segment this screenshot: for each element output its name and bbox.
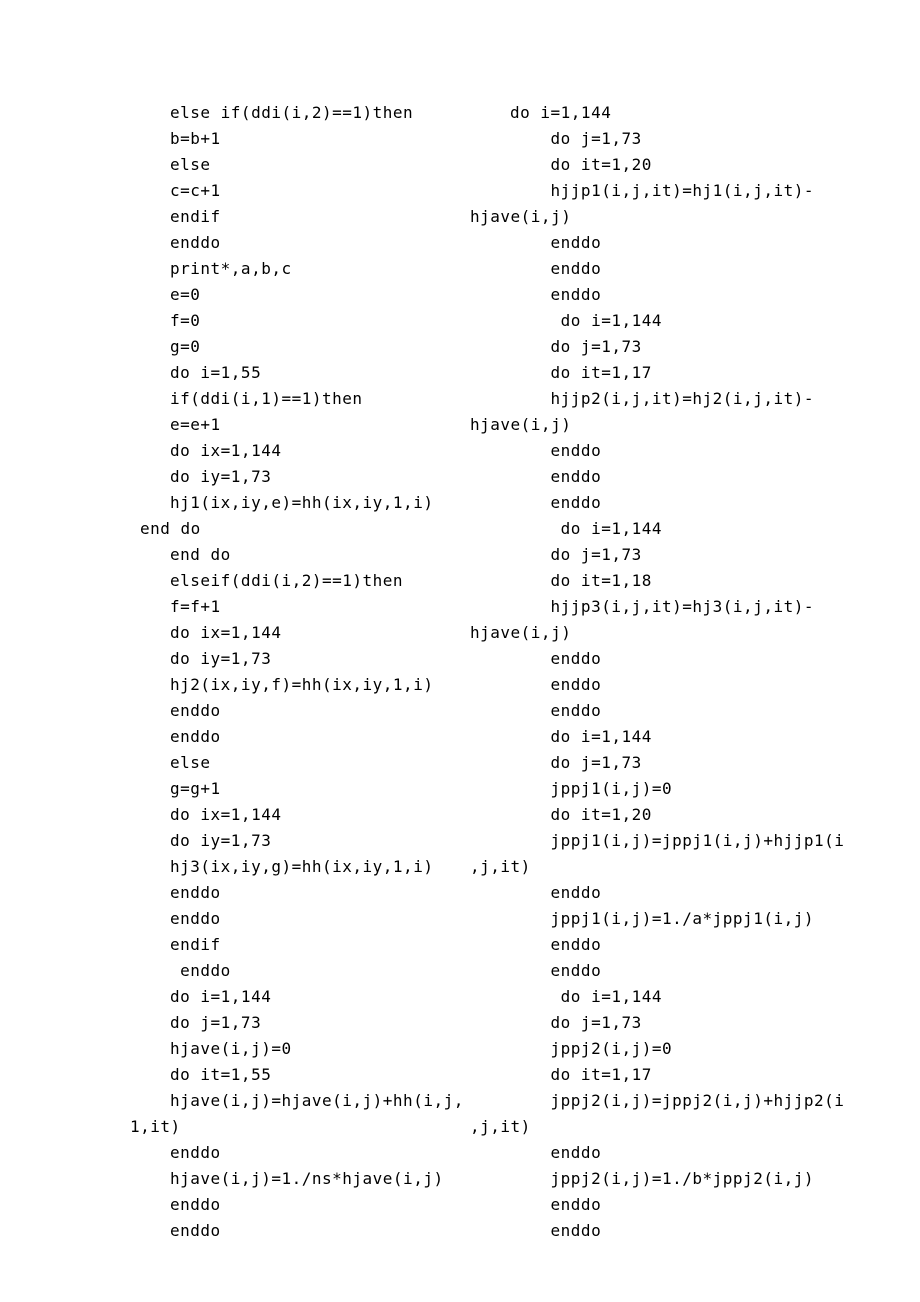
- code-line: hjjp2(i,j,it)=hj2(i,j,it)-: [470, 386, 920, 412]
- code-line: enddo: [470, 464, 920, 490]
- code-line: jppj2(i,j)=jppj2(i,j)+hjjp2(i: [470, 1088, 920, 1114]
- code-line: hjjp3(i,j,it)=hj3(i,j,it)-: [470, 594, 920, 620]
- code-line: jppj2(i,j)=0: [470, 1036, 920, 1062]
- code-line: 1,it): [130, 1114, 460, 1140]
- code-line: enddo: [470, 490, 920, 516]
- code-line: do ix=1,144: [130, 802, 460, 828]
- code-line: jppj2(i,j)=1./b*jppj2(i,j): [470, 1166, 920, 1192]
- code-line: do i=1,144: [130, 984, 460, 1010]
- code-line: ,j,it): [470, 854, 920, 880]
- code-line: do j=1,73: [470, 126, 920, 152]
- code-line: e=0: [130, 282, 460, 308]
- code-line: g=g+1: [130, 776, 460, 802]
- code-line: if(ddi(i,1)==1)then: [130, 386, 460, 412]
- code-line: do j=1,73: [470, 750, 920, 776]
- code-line: enddo: [470, 958, 920, 984]
- code-line: b=b+1: [130, 126, 460, 152]
- code-line: hjave(i,j): [470, 412, 920, 438]
- code-line: end do: [130, 516, 460, 542]
- code-line: hj1(ix,iy,e)=hh(ix,iy,1,i): [130, 490, 460, 516]
- code-line: hjjp1(i,j,it)=hj1(i,j,it)-: [470, 178, 920, 204]
- code-line: do it=1,17: [470, 360, 920, 386]
- code-line: enddo: [470, 438, 920, 464]
- code-line: hjave(i,j): [470, 620, 920, 646]
- code-line: endif: [130, 932, 460, 958]
- code-line: do ix=1,144: [130, 620, 460, 646]
- code-line: enddo: [470, 1192, 920, 1218]
- code-line: hj3(ix,iy,g)=hh(ix,iy,1,i): [130, 854, 460, 880]
- code-line: elseif(ddi(i,2)==1)then: [130, 568, 460, 594]
- code-line: do i=1,144: [470, 724, 920, 750]
- code-line: jppj1(i,j)=0: [470, 776, 920, 802]
- code-line: e=e+1: [130, 412, 460, 438]
- code-line: do it=1,17: [470, 1062, 920, 1088]
- left-column: else if(ddi(i,2)==1)thenb=b+1elsec=c+1en…: [0, 100, 460, 1244]
- code-line: enddo: [470, 282, 920, 308]
- code-line: hjave(i,j)=0: [130, 1036, 460, 1062]
- code-line: do it=1,20: [470, 152, 920, 178]
- code-line: do j=1,73: [470, 334, 920, 360]
- code-line: f=f+1: [130, 594, 460, 620]
- code-line: enddo: [130, 1218, 460, 1244]
- code-line: jppj1(i,j)=1./a*jppj1(i,j): [470, 906, 920, 932]
- code-line: do i=1,144: [470, 516, 920, 542]
- code-page: else if(ddi(i,2)==1)thenb=b+1elsec=c+1en…: [0, 100, 920, 1244]
- code-line: enddo: [470, 672, 920, 698]
- code-line: enddo: [470, 698, 920, 724]
- code-line: f=0: [130, 308, 460, 334]
- code-line: else: [130, 750, 460, 776]
- code-line: enddo: [470, 932, 920, 958]
- code-line: else if(ddi(i,2)==1)then: [130, 100, 460, 126]
- code-line: hjave(i,j)=1./ns*hjave(i,j): [130, 1166, 460, 1192]
- code-line: ,j,it): [470, 1114, 920, 1140]
- code-line: do j=1,73: [470, 1010, 920, 1036]
- code-line: do j=1,73: [130, 1010, 460, 1036]
- code-line: do it=1,18: [470, 568, 920, 594]
- code-line: hj2(ix,iy,f)=hh(ix,iy,1,i): [130, 672, 460, 698]
- code-line: do iy=1,73: [130, 464, 460, 490]
- code-line: do i=1,144: [470, 984, 920, 1010]
- code-line: enddo: [130, 1192, 460, 1218]
- right-column: do i=1,144 do j=1,73 do it=1,20 hjjp1(i,…: [460, 100, 920, 1244]
- code-line: jppj1(i,j)=jppj1(i,j)+hjjp1(i: [470, 828, 920, 854]
- code-line: enddo: [130, 1140, 460, 1166]
- code-line: enddo: [130, 958, 460, 984]
- code-line: enddo: [130, 230, 460, 256]
- code-line: c=c+1: [130, 178, 460, 204]
- code-line: g=0: [130, 334, 460, 360]
- code-line: hjave(i,j): [470, 204, 920, 230]
- code-line: hjave(i,j)=hjave(i,j)+hh(i,j,: [130, 1088, 460, 1114]
- code-line: do iy=1,73: [130, 828, 460, 854]
- code-line: do i=1,144: [470, 308, 920, 334]
- code-line: enddo: [130, 724, 460, 750]
- code-line: do ix=1,144: [130, 438, 460, 464]
- code-line: enddo: [130, 880, 460, 906]
- code-line: enddo: [130, 906, 460, 932]
- code-line: enddo: [470, 1140, 920, 1166]
- code-line: enddo: [470, 230, 920, 256]
- code-line: do j=1,73: [470, 542, 920, 568]
- code-line: enddo: [470, 256, 920, 282]
- code-line: print*,a,b,c: [130, 256, 460, 282]
- code-line: do i=1,144: [470, 100, 920, 126]
- code-line: end do: [130, 542, 460, 568]
- code-line: do it=1,55: [130, 1062, 460, 1088]
- code-line: enddo: [130, 698, 460, 724]
- code-line: do it=1,20: [470, 802, 920, 828]
- code-line: do iy=1,73: [130, 646, 460, 672]
- code-line: enddo: [470, 646, 920, 672]
- code-line: do i=1,55: [130, 360, 460, 386]
- code-line: else: [130, 152, 460, 178]
- code-line: enddo: [470, 880, 920, 906]
- code-line: endif: [130, 204, 460, 230]
- code-line: enddo: [470, 1218, 920, 1244]
